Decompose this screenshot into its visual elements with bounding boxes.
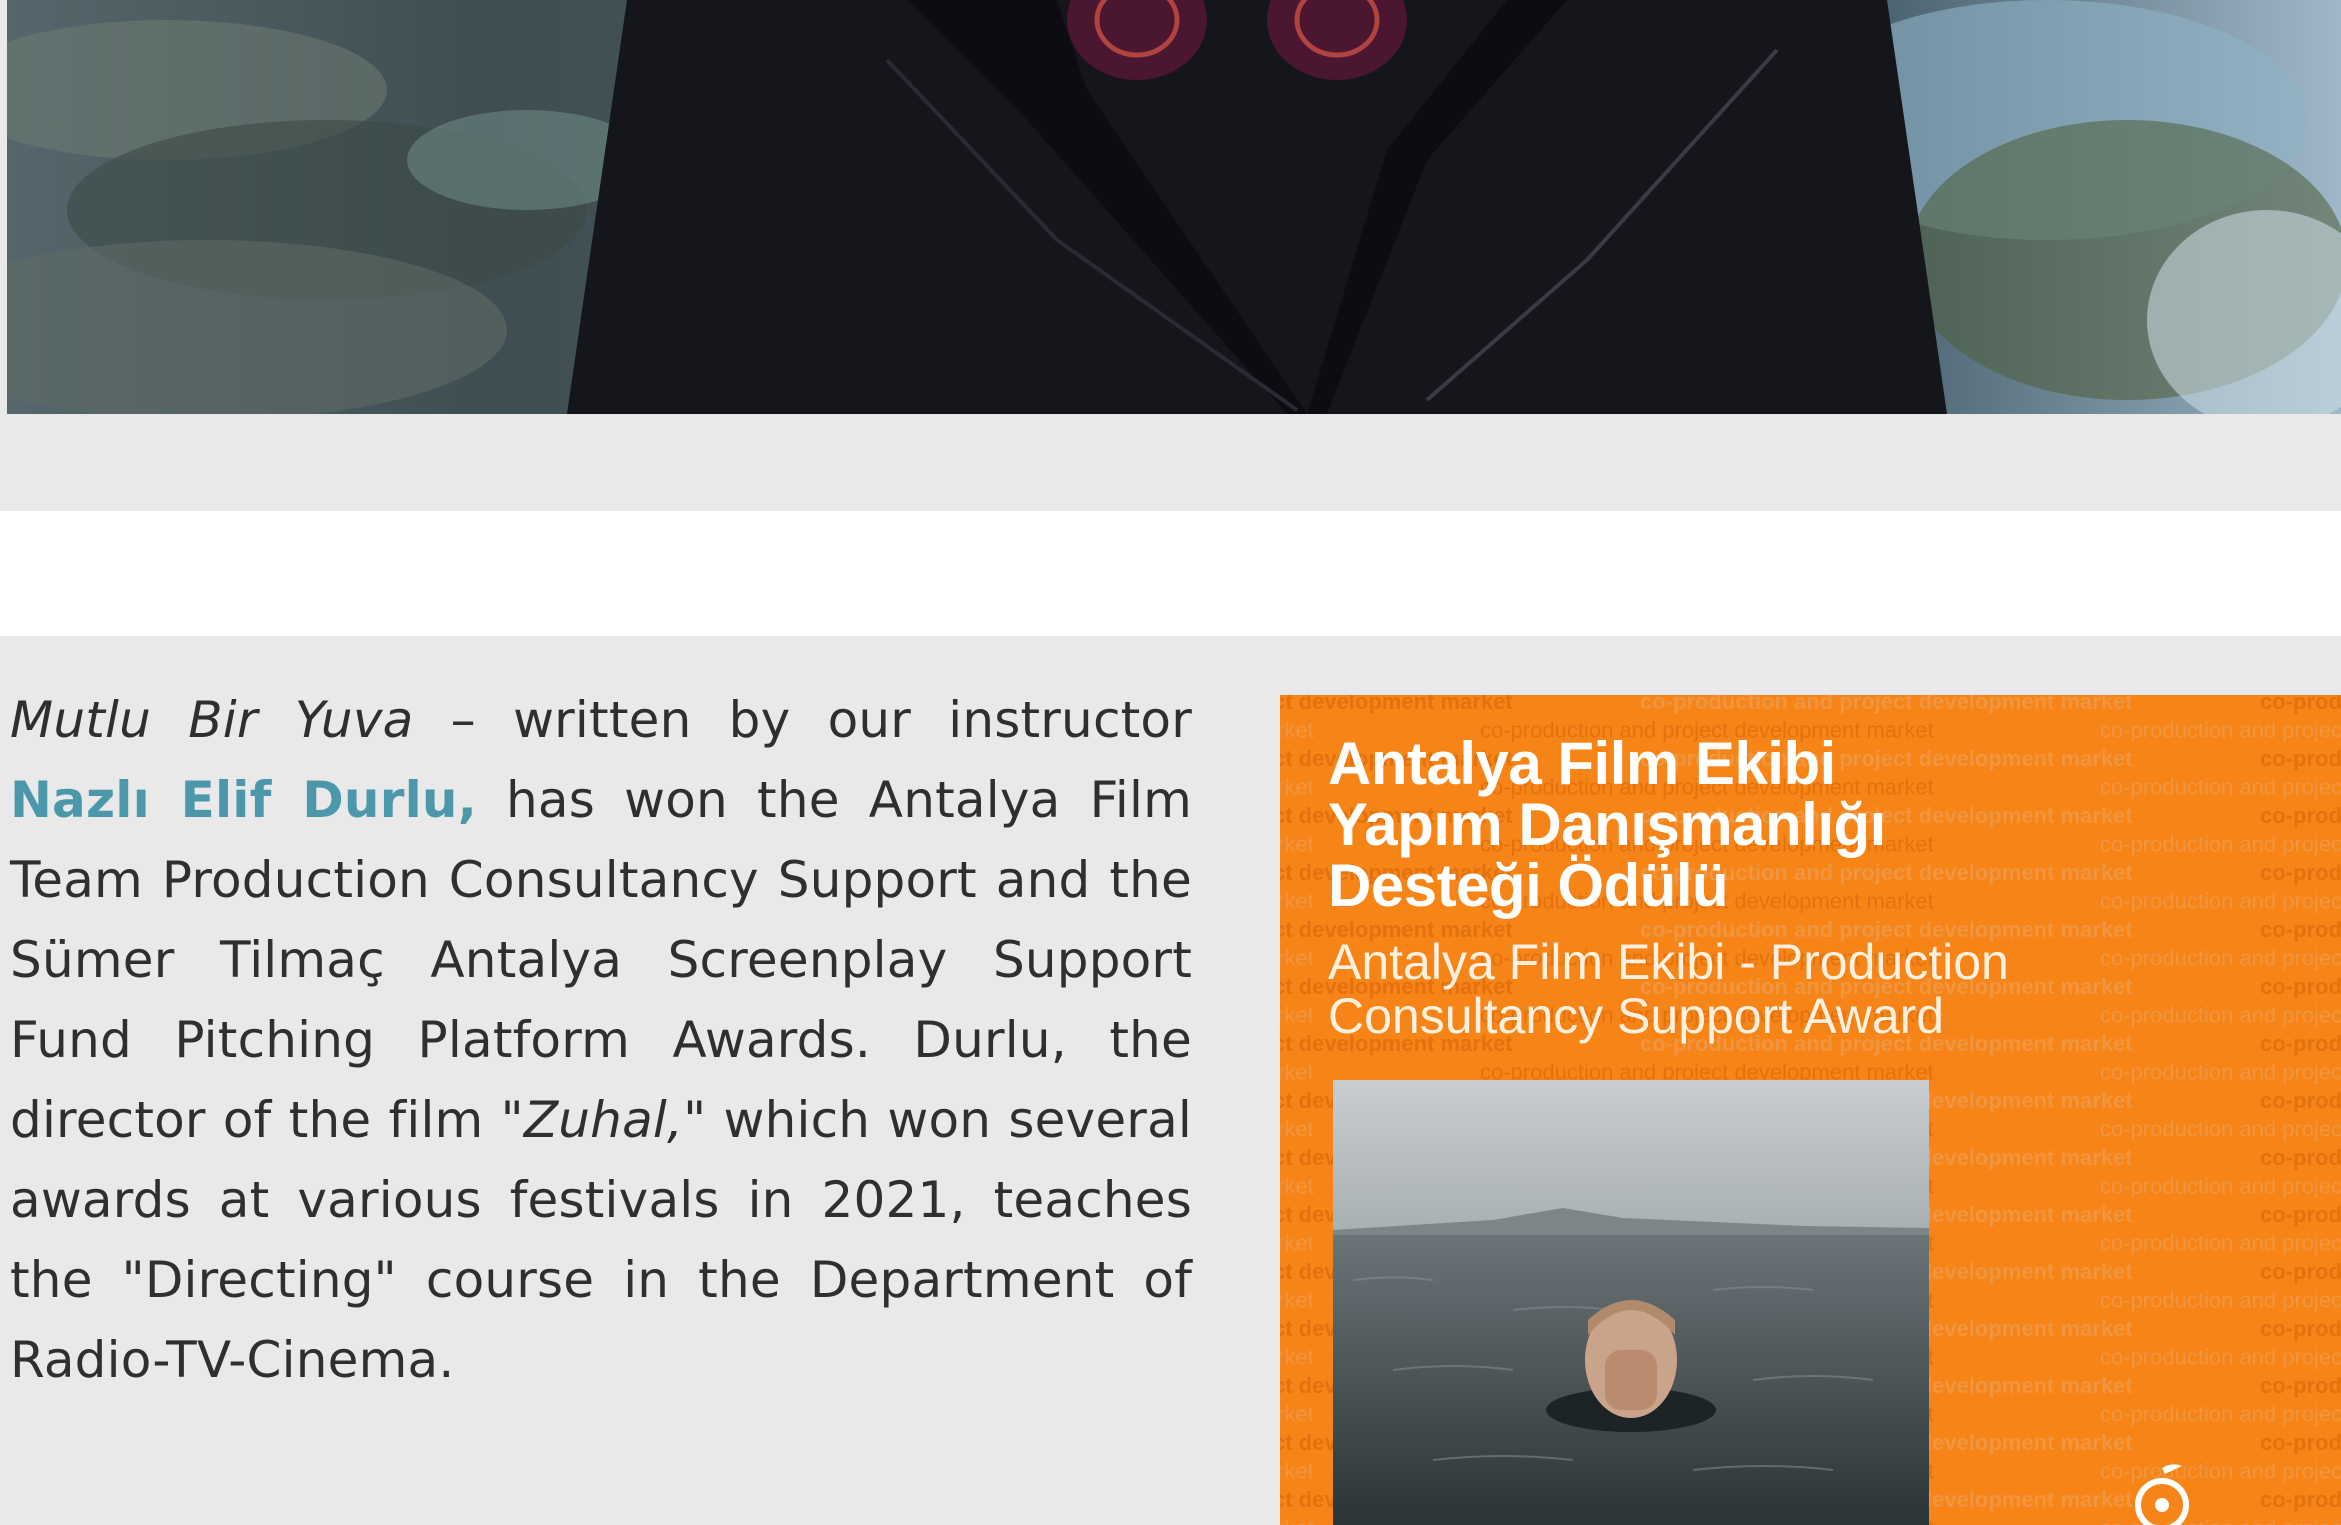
poster-pattern-text: co-production and project development ma… [1280, 1231, 1314, 1256]
poster-photo-swimmer [1333, 1080, 1929, 1525]
poster-pattern-text: co-production and project development ma… [1640, 695, 2133, 714]
poster-pattern-text: co-production and project development ma… [1280, 1288, 1314, 1313]
poster-pattern-text: co-production and project development ma… [1280, 718, 1314, 743]
poster-pattern-text: co-production and project development ma… [2100, 1402, 2341, 1427]
poster-pattern-text: co-production and project development ma… [2260, 1031, 2341, 1056]
poster-pattern-text: co-production and project development ma… [1280, 1516, 1314, 1525]
poster-pattern-text: co-production and project development ma… [2260, 1202, 2341, 1227]
poster-pattern-text: co-production and project development ma… [2100, 946, 2341, 971]
poster-pattern-text: co-production and project development ma… [2260, 746, 2341, 771]
film-title: Mutlu Bir Yuva [10, 691, 414, 749]
poster-pattern-text: co-production and project development ma… [2100, 1003, 2341, 1028]
poster-pattern-text: co-production and project development ma… [2100, 1288, 2341, 1313]
poster-pattern-text: co-production and project development ma… [2260, 1145, 2341, 1170]
poster-pattern-text: co-production and project development ma… [1280, 946, 1314, 971]
poster-pattern-text: co-production and project development ma… [2100, 889, 2341, 914]
poster-pattern-text: co-production and project development ma… [2100, 1117, 2341, 1142]
poster-pattern-text: co-production and project development ma… [1280, 1345, 1314, 1370]
poster-pattern-text: co-production and project development ma… [1280, 832, 1314, 857]
poster-pattern-text: co-production and project development ma… [2260, 974, 2341, 999]
hero-photo [7, 0, 2341, 414]
poster-pattern-text: co-production and project development ma… [2260, 803, 2341, 828]
poster-pattern-text: co-production and project development ma… [1280, 695, 1513, 714]
section-divider [0, 511, 2341, 636]
poster-pattern-text: co-production and project development ma… [2100, 775, 2341, 800]
poster-pattern-text: co-production and project development ma… [1280, 1003, 1314, 1028]
poster-pattern-text: co-production and project development ma… [1280, 1459, 1314, 1484]
poster-pattern-text: co-production and project development ma… [2260, 695, 2341, 714]
poster-pattern-text: co-production and project development ma… [2260, 1487, 2341, 1512]
page: Mutlu Bir Yuva – written by our instruct… [0, 0, 2341, 1525]
poster-pattern-text: co-production and project development ma… [2260, 1259, 2341, 1284]
poster-pattern-text: co-production and project development ma… [1280, 1060, 1314, 1085]
hero-photo-graphic [7, 0, 2341, 414]
poster-pattern-text: co-production and project development ma… [2100, 1231, 2341, 1256]
news-section: Mutlu Bir Yuva – written by our instruct… [0, 636, 2341, 1525]
poster-title: Antalya Film Ekibi Yapım Danışmanlığı De… [1328, 730, 1886, 919]
poster-pattern-text: co-production and project development ma… [2260, 1430, 2341, 1455]
poster-pattern-text: co-production and project development ma… [1280, 775, 1314, 800]
poster-pattern-text: co-production and project development ma… [2100, 1174, 2341, 1199]
poster-subtitle: Antalya Film Ekibi - Production Consulta… [1328, 934, 2009, 1044]
poster-photo-graphic [1333, 1080, 1929, 1525]
poster-pattern-text: co-production and project development ma… [1280, 889, 1314, 914]
poster-pattern-text: co-production and project development ma… [1280, 1174, 1314, 1199]
poster-pattern-text: co-production and project development ma… [2260, 917, 2341, 942]
award-poster-image: co-production and project development ma… [1280, 695, 2341, 1525]
festival-orange-logo-icon [2135, 1464, 2189, 1525]
poster-pattern-text: co-production and project development ma… [2260, 1373, 2341, 1398]
poster-pattern-text: co-production and project development ma… [2260, 860, 2341, 885]
poster-pattern-text: co-production and project development ma… [2100, 718, 2341, 743]
hero-section [0, 0, 2341, 511]
poster-pattern-text: co-production and project development ma… [2260, 1316, 2341, 1341]
article-text-part-1: – written by our instructor [413, 691, 1192, 749]
earlier-film-title: Zuhal, [523, 1091, 684, 1149]
poster-pattern-text: co-production and project development ma… [1280, 1117, 1314, 1142]
poster-pattern-text: co-production and project development ma… [2100, 1345, 2341, 1370]
poster-pattern-text: co-production and project development ma… [2260, 1088, 2341, 1113]
instructor-name: Nazlı Elif Durlu, [10, 771, 477, 829]
article-paragraph: Mutlu Bir Yuva – written by our instruct… [10, 680, 1192, 1400]
poster-pattern-text: co-production and project development ma… [2100, 1060, 2341, 1085]
poster-pattern-text: co-production and project development ma… [1280, 1402, 1314, 1427]
poster-pattern-text: co-production and project development ma… [2100, 832, 2341, 857]
